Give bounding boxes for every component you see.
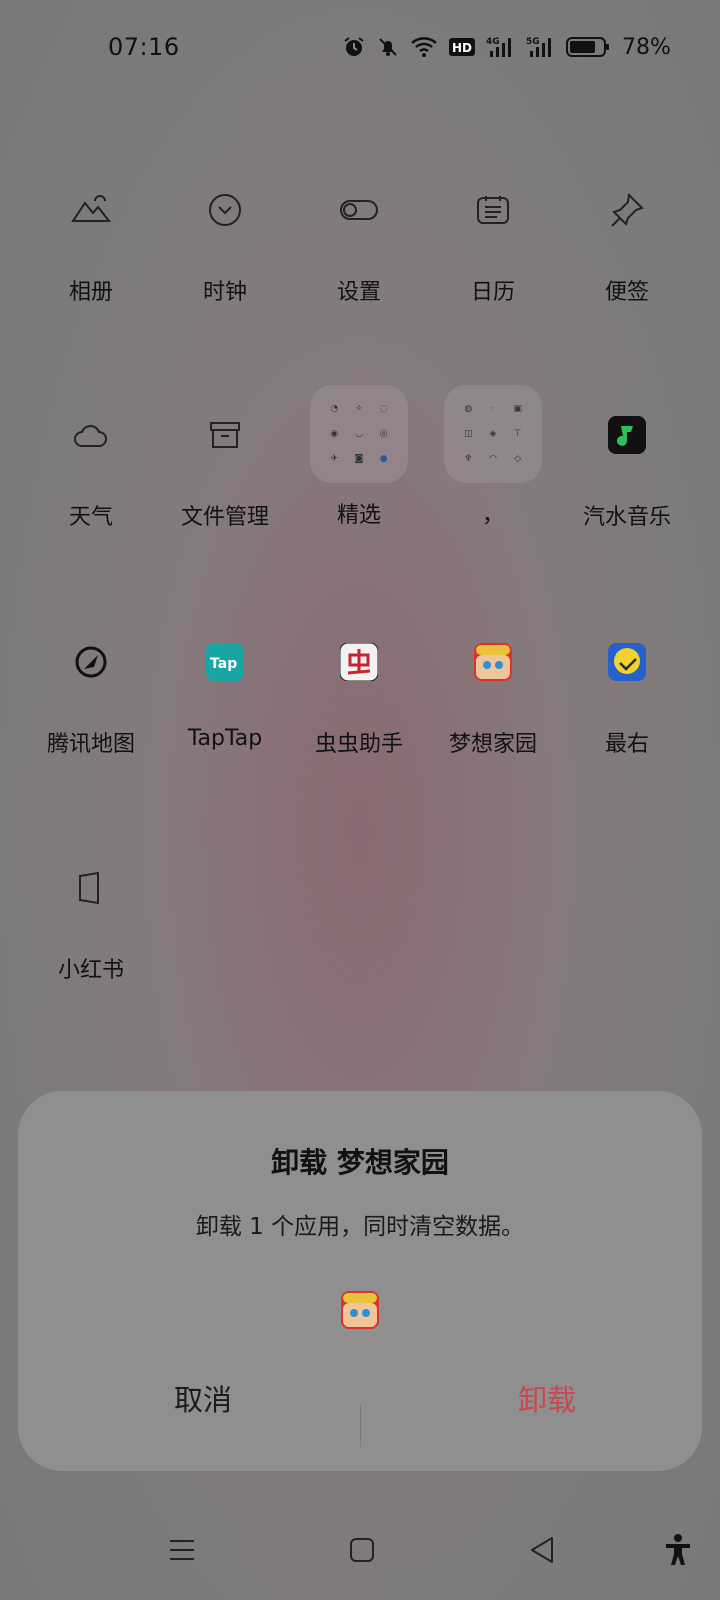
- signal-4g-icon: 4G: [486, 37, 511, 57]
- home-icon[interactable]: [332, 1520, 392, 1580]
- dream-home-icon: [341, 1291, 379, 1329]
- dream-home-icon: [443, 612, 543, 712]
- xiaohongshu-icon: [41, 838, 141, 938]
- signal-5g-icon: 5G: [526, 37, 551, 57]
- app-taptap[interactable]: Tap TapTap: [158, 612, 292, 792]
- dialog-message: 卸载 1 个应用，同时清空数据。: [195, 1214, 525, 1240]
- app-label: 时钟: [202, 280, 247, 305]
- status-bar: 07:16 HD 4G 5G 78%: [0, 0, 720, 96]
- app-tencent-map[interactable]: 腾讯地图: [24, 612, 158, 792]
- app-label: TapTap: [187, 726, 263, 751]
- navigation-bar: [0, 1520, 720, 1600]
- app-folder-comma[interactable]: ◍ · ▣ ◫ ◈ ⊤ ♆ ◠ ◇ ，: [426, 385, 560, 565]
- back-icon[interactable]: [512, 1520, 572, 1580]
- battery-icon: [566, 37, 609, 57]
- cancel-button[interactable]: 取消: [78, 1377, 328, 1419]
- menu-icon[interactable]: [152, 1520, 212, 1580]
- clock-time: 07:16: [108, 33, 180, 61]
- taptap-icon: Tap: [175, 612, 275, 712]
- app-weather[interactable]: 天气: [24, 385, 158, 565]
- svg-text:Tap: Tap: [210, 656, 237, 672]
- button-divider: [360, 1405, 361, 1447]
- wifi-icon: [411, 37, 437, 57]
- app-calendar[interactable]: 日历: [426, 160, 560, 340]
- hd-icon: HD: [449, 38, 475, 56]
- settings-icon: [309, 160, 409, 260]
- dialog-title: 卸载 梦想家园: [271, 1146, 449, 1179]
- app-music[interactable]: 汽水音乐: [560, 385, 694, 565]
- map-icon: [41, 612, 141, 712]
- files-icon: [175, 385, 275, 485]
- app-label: 文件管理: [180, 505, 269, 530]
- app-dream-home[interactable]: 梦想家园: [426, 612, 560, 792]
- svg-text:HD: HD: [452, 41, 472, 55]
- app-zuiyou[interactable]: 最右: [560, 612, 694, 792]
- app-label: 最右: [604, 732, 649, 757]
- accessibility-icon[interactable]: [648, 1520, 708, 1580]
- app-label: 汽水音乐: [582, 505, 671, 530]
- app-label: 腾讯地图: [46, 732, 135, 757]
- chongchong-icon: [309, 612, 409, 712]
- app-label: 日历: [470, 280, 515, 305]
- battery-percent: 78%: [622, 34, 671, 60]
- alarm-icon: [344, 37, 364, 56]
- app-label: 设置: [336, 280, 381, 305]
- app-xiaohongshu[interactable]: 小红书: [24, 838, 158, 1018]
- folder-icon: ◍ · ▣ ◫ ◈ ⊤ ♆ ◠ ◇: [444, 385, 542, 483]
- svg-text:4G: 4G: [486, 37, 500, 47]
- uninstall-dialog: 卸载 梦想家园 卸载 1 个应用，同时清空数据。 取消 卸载: [18, 1091, 702, 1471]
- app-label: ，: [481, 503, 504, 528]
- app-settings[interactable]: 设置: [292, 160, 426, 340]
- uninstall-button[interactable]: 卸载: [422, 1377, 672, 1419]
- clock-icon: [175, 160, 275, 260]
- folder-icon: ◔ ✧ ◌ ◉ ◡ ◎ ✈ ◙ ●: [310, 385, 408, 483]
- app-folder-featured[interactable]: ◔ ✧ ◌ ◉ ◡ ◎ ✈ ◙ ● 精选: [292, 385, 426, 565]
- app-label: 天气: [68, 505, 113, 530]
- zuiyou-icon: [577, 612, 677, 712]
- mute-icon: [379, 38, 397, 56]
- app-clock[interactable]: 时钟: [158, 160, 292, 340]
- app-notes[interactable]: 便签: [560, 160, 694, 340]
- app-gallery[interactable]: 相册: [24, 160, 158, 340]
- calendar-icon: [443, 160, 543, 260]
- app-label: 小红书: [57, 958, 124, 983]
- music-icon: [577, 385, 677, 485]
- app-files[interactable]: 文件管理: [158, 385, 292, 565]
- notes-icon: [577, 160, 677, 260]
- app-chongchong[interactable]: 虫虫助手: [292, 612, 426, 792]
- svg-text:5G: 5G: [526, 37, 540, 47]
- app-label: 梦想家园: [448, 732, 537, 757]
- app-label: 便签: [604, 280, 649, 305]
- gallery-icon: [41, 160, 141, 260]
- weather-icon: [41, 385, 141, 485]
- app-label: 虫虫助手: [314, 732, 403, 757]
- app-label: 相册: [68, 280, 113, 305]
- app-label: 精选: [336, 503, 381, 528]
- status-icons: HD 4G 5G 78%: [342, 34, 671, 60]
